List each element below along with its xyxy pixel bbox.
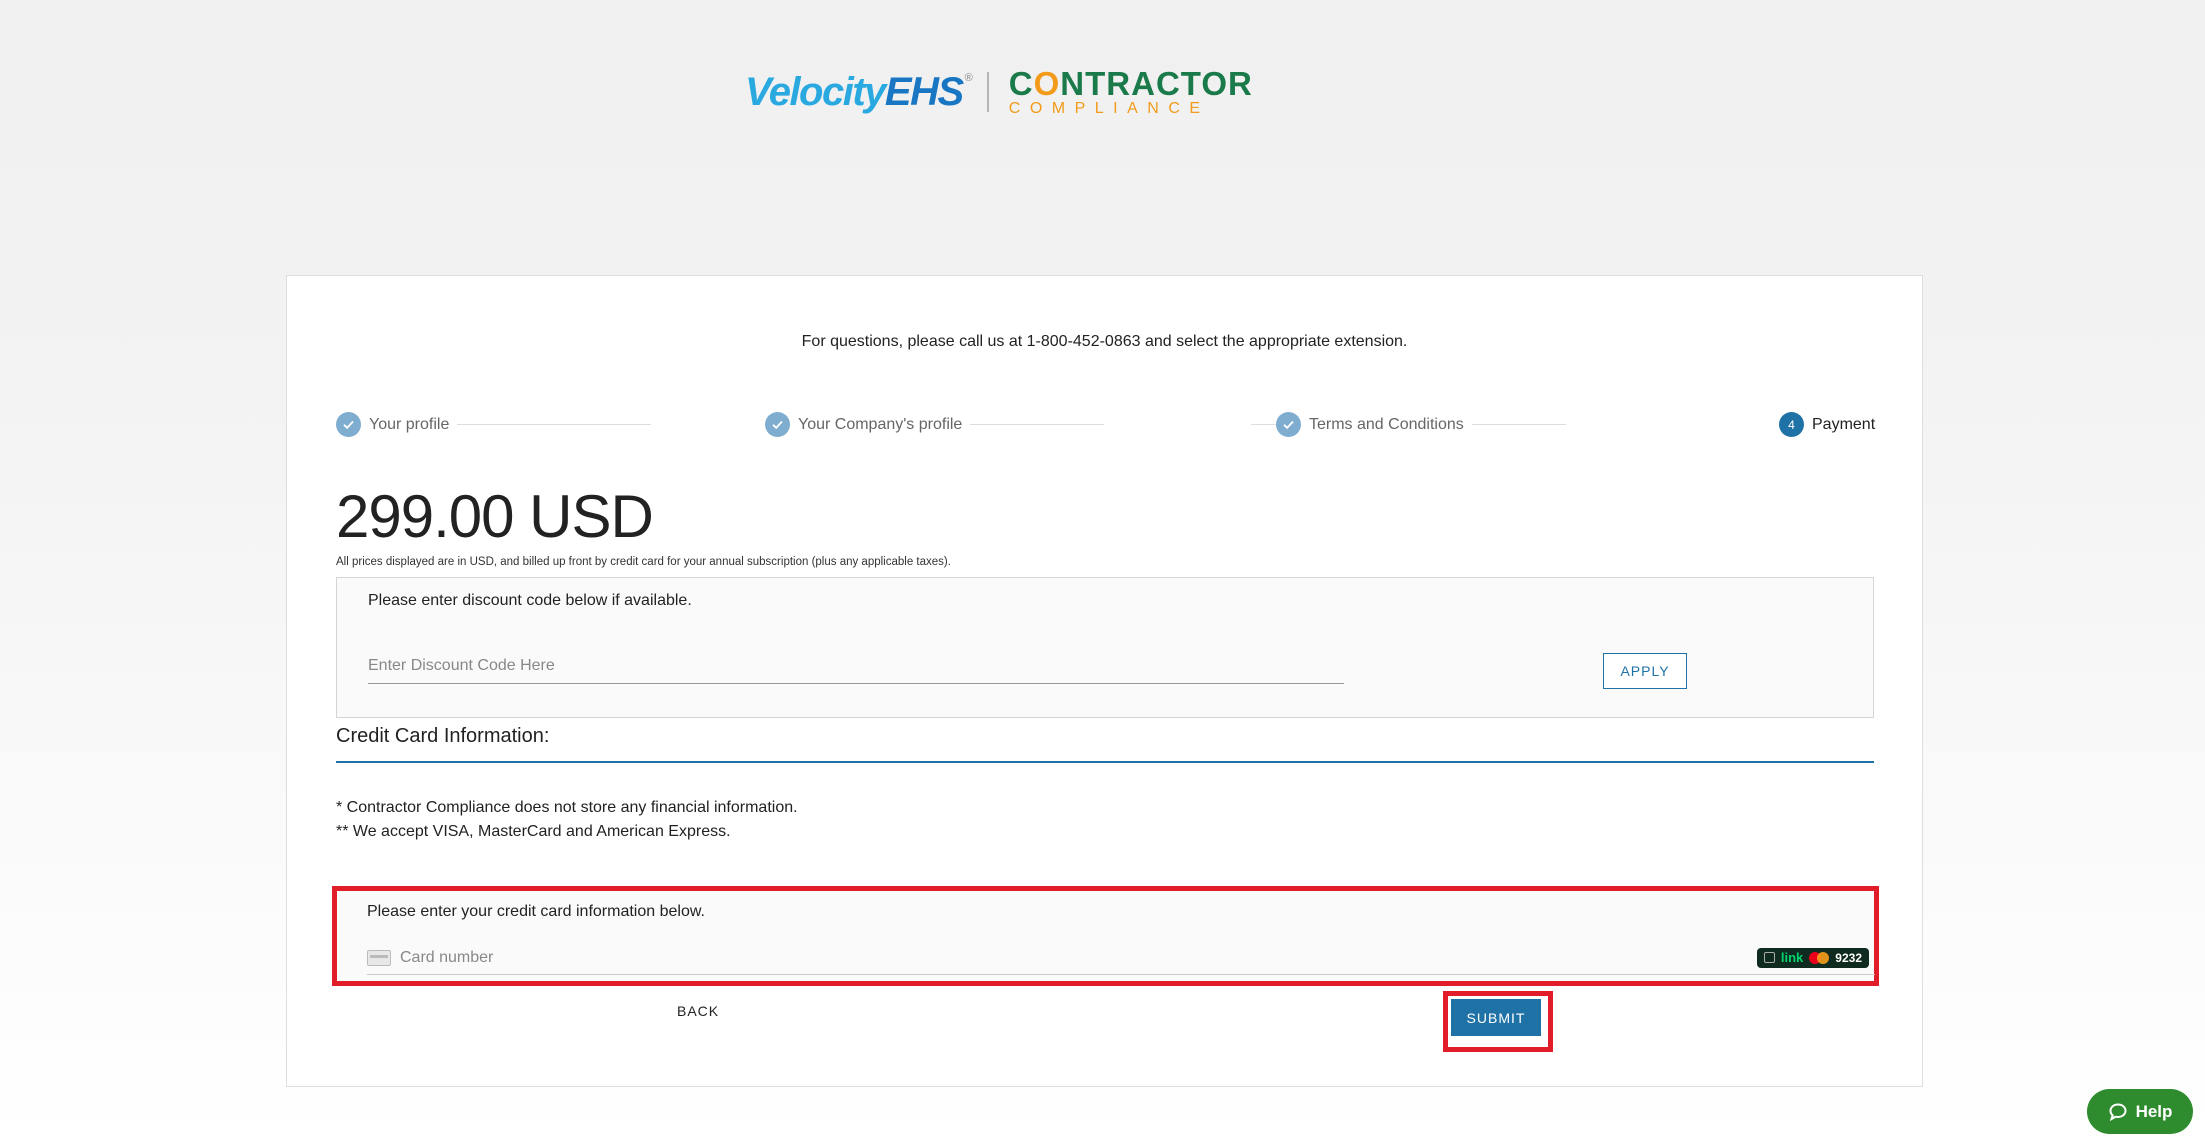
- discount-title: Please enter discount code below if avai…: [368, 592, 692, 609]
- checkmark-icon: [336, 412, 361, 437]
- step-your-profile[interactable]: Your profile: [336, 412, 458, 437]
- credit-card-icon: [367, 949, 391, 966]
- checkbox-icon: [1763, 952, 1775, 963]
- submit-highlight: SUBMIT: [1443, 991, 1553, 1052]
- section-divider: [336, 761, 1874, 763]
- help-label: Help: [2135, 1101, 2173, 1121]
- step-number-badge: 4: [1779, 412, 1804, 437]
- link-autofill-button[interactable]: link 9232: [1756, 947, 1869, 968]
- submit-button[interactable]: SUBMIT: [1451, 999, 1541, 1036]
- checkmark-icon: [1276, 412, 1301, 437]
- credit-card-form: Please enter your credit card informatio…: [332, 886, 1879, 986]
- apply-button[interactable]: APPLY: [1603, 653, 1687, 689]
- contractor-compliance-wordmark: CONTRACTOR COMPLIANCE: [1008, 65, 1253, 117]
- step-label: Terms and Conditions: [1309, 415, 1464, 433]
- discount-section: Please enter discount code below if avai…: [336, 577, 1874, 718]
- progress-stepper: Your profile Your Company's profile Term…: [336, 412, 1884, 438]
- step-terms-and-conditions[interactable]: Terms and Conditions: [1276, 412, 1472, 437]
- velocity-ehs-wordmark: VelocityEHS: [745, 69, 964, 114]
- logo-divider: [986, 72, 989, 112]
- credit-card-heading: Credit Card Information:: [336, 725, 550, 747]
- chat-bubble-icon: [2109, 1102, 2127, 1121]
- financial-info-note: * Contractor Compliance does not store a…: [336, 799, 798, 816]
- back-button[interactable]: BACK: [677, 1003, 719, 1019]
- saved-card-last4: 9232: [1835, 950, 1862, 965]
- step-label: Your Company's profile: [798, 415, 963, 433]
- contact-info-text: For questions, please call us at 1-800-4…: [801, 333, 1408, 350]
- discount-code-input[interactable]: [368, 648, 1344, 684]
- step-payment: 4 Payment: [1779, 412, 1884, 437]
- brand-logo: VelocityEHS ® CONTRACTOR COMPLIANCE: [745, 66, 1253, 118]
- link-wordmark: link: [1780, 950, 1804, 965]
- help-button[interactable]: Help: [2087, 1089, 2193, 1134]
- stepper-connector: [431, 424, 651, 425]
- mastercard-icon: [1809, 951, 1830, 964]
- step-company-profile[interactable]: Your Company's profile: [765, 412, 971, 437]
- card-number-input[interactable]: [400, 948, 1757, 967]
- price-note: All prices displayed are in USD, and bil…: [336, 556, 951, 568]
- registration-card: For questions, please call us at 1-800-4…: [286, 275, 1923, 1087]
- price-amount: 299.00 USD: [336, 483, 654, 550]
- step-label: Payment: [1812, 415, 1876, 433]
- credit-card-instructions: Please enter your credit card informatio…: [367, 903, 705, 920]
- card-number-row: link 9232: [367, 941, 1875, 975]
- checkmark-icon: [765, 412, 790, 437]
- registered-mark: ®: [964, 72, 973, 84]
- accepted-cards-note: ** We accept VISA, MasterCard and Americ…: [336, 823, 731, 840]
- step-label: Your profile: [369, 415, 450, 433]
